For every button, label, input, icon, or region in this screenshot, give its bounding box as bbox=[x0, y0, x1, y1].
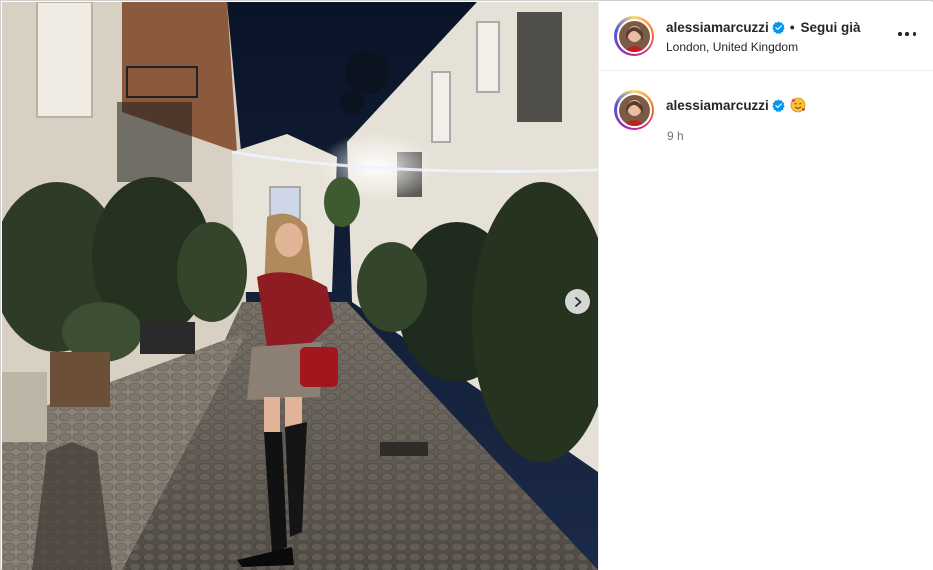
post-timestamp: 9 h bbox=[667, 129, 684, 143]
author-avatar[interactable] bbox=[614, 16, 654, 56]
smiling-face-with-hearts-emoji bbox=[790, 97, 806, 113]
verified-badge-icon bbox=[772, 21, 785, 34]
verified-badge-icon bbox=[772, 99, 785, 112]
photo-night-alley bbox=[2, 2, 598, 570]
following-button[interactable]: Segui già bbox=[801, 20, 861, 35]
more-options-icon[interactable] bbox=[898, 28, 916, 40]
post-header: alessiamarcuzzi • Segui già London, United… bbox=[599, 2, 933, 71]
header-separator: • bbox=[789, 20, 795, 35]
caption-avatar[interactable] bbox=[614, 90, 654, 130]
post-side-panel: alessiamarcuzzi • Segui già London, United… bbox=[598, 2, 933, 570]
caption-username[interactable]: alessiamarcuzzi bbox=[666, 98, 769, 113]
author-username[interactable]: alessiamarcuzzi bbox=[666, 20, 769, 35]
next-photo-button[interactable] bbox=[565, 289, 590, 314]
post-caption: alessiamarcuzzi 9 h bbox=[599, 71, 933, 151]
post-dialog: alessiamarcuzzi • Segui già London, United… bbox=[0, 0, 933, 570]
post-photo[interactable] bbox=[2, 2, 598, 570]
post-location[interactable]: London, United Kingdom bbox=[666, 40, 798, 54]
chevron-right-icon bbox=[574, 296, 581, 307]
